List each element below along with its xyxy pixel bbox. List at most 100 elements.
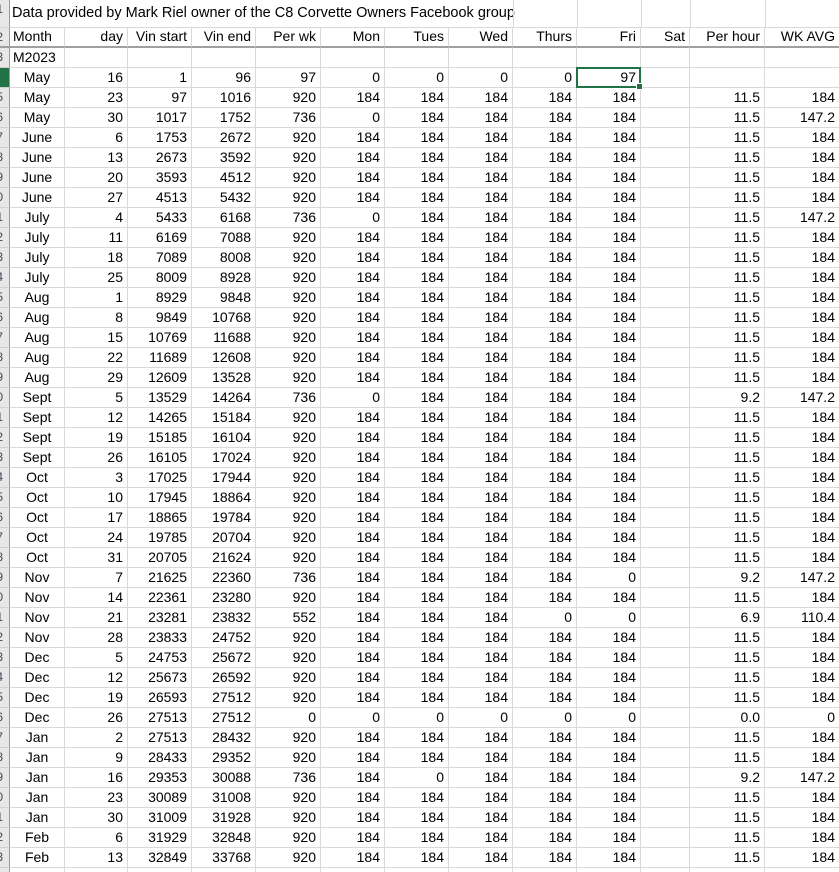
- cell-vin_end[interactable]: 1752: [192, 108, 256, 128]
- cell-wk_avg[interactable]: 184: [765, 788, 839, 808]
- column-header-fri[interactable]: Fri: [577, 28, 641, 48]
- row-header[interactable]: [0, 68, 10, 88]
- cell-thurs[interactable]: 184: [513, 268, 577, 288]
- cell-day[interactable]: 23: [65, 88, 128, 108]
- cell-month[interactable]: June: [10, 128, 65, 148]
- cell-thurs[interactable]: [513, 868, 577, 872]
- cell-mon[interactable]: 184: [321, 768, 385, 788]
- column-header-per-wk[interactable]: Per wk: [256, 28, 321, 48]
- cell-tues[interactable]: 184: [385, 488, 449, 508]
- cell-month[interactable]: July: [10, 228, 65, 248]
- cell-sat[interactable]: [641, 68, 690, 88]
- cell-wk_avg[interactable]: 184: [765, 828, 839, 848]
- cell-mon[interactable]: 184: [321, 248, 385, 268]
- cell-wed[interactable]: 184: [449, 168, 513, 188]
- cell-thurs[interactable]: 184: [513, 748, 577, 768]
- cell-sat[interactable]: [641, 48, 690, 68]
- cell-wk_avg[interactable]: 184: [765, 268, 839, 288]
- cell-thurs[interactable]: 184: [513, 808, 577, 828]
- cell-thurs[interactable]: 184: [513, 368, 577, 388]
- cell-vin_start[interactable]: 9849: [128, 308, 192, 328]
- cell-tues[interactable]: 184: [385, 628, 449, 648]
- cell-wed[interactable]: 184: [449, 108, 513, 128]
- cell-sat[interactable]: [641, 148, 690, 168]
- cell-sat[interactable]: [641, 188, 690, 208]
- cell-vin_end[interactable]: 19784: [192, 508, 256, 528]
- cell-per_hour[interactable]: 11.5: [690, 848, 765, 868]
- cell-vin_end[interactable]: 31928: [192, 808, 256, 828]
- cell-sat[interactable]: [641, 608, 690, 628]
- cell-vin_start[interactable]: 24753: [128, 648, 192, 668]
- cell-month[interactable]: May: [10, 88, 65, 108]
- cell-vin_end[interactable]: 12608: [192, 348, 256, 368]
- cell-per_wk[interactable]: [256, 868, 321, 872]
- cell-sat[interactable]: [641, 648, 690, 668]
- cell-thurs[interactable]: 184: [513, 188, 577, 208]
- cell-month[interactable]: Dec: [10, 668, 65, 688]
- cell-vin_start[interactable]: 12609: [128, 368, 192, 388]
- cell-day[interactable]: 12: [65, 408, 128, 428]
- cell-month[interactable]: Nov: [10, 608, 65, 628]
- cell-day[interactable]: 14: [65, 588, 128, 608]
- cell-wed[interactable]: 184: [449, 688, 513, 708]
- cell-thurs[interactable]: 184: [513, 168, 577, 188]
- cell-per_wk[interactable]: 920: [256, 448, 321, 468]
- cell-day[interactable]: 24: [65, 528, 128, 548]
- cell-day[interactable]: 5: [65, 388, 128, 408]
- cell-vin_start[interactable]: 20705: [128, 548, 192, 568]
- cell-thurs[interactable]: [513, 48, 577, 68]
- cell-vin_end[interactable]: 30088: [192, 768, 256, 788]
- cell-tues[interactable]: 184: [385, 808, 449, 828]
- cell-wk_avg[interactable]: 184: [765, 368, 839, 388]
- cell-day[interactable]: 16: [65, 768, 128, 788]
- cell-thurs[interactable]: 184: [513, 128, 577, 148]
- cell-fri[interactable]: 184: [577, 468, 641, 488]
- cell-per_hour[interactable]: 11.5: [690, 648, 765, 668]
- cell-wed[interactable]: 184: [449, 608, 513, 628]
- cell-day[interactable]: 13: [65, 848, 128, 868]
- row-header[interactable]: 18: [0, 348, 10, 368]
- cell-vin_start[interactable]: 27513: [128, 708, 192, 728]
- cell-per_wk[interactable]: 920: [256, 368, 321, 388]
- cell-thurs[interactable]: 184: [513, 768, 577, 788]
- cell-vin_end[interactable]: 2672: [192, 128, 256, 148]
- cell-vin_start[interactable]: 97: [128, 88, 192, 108]
- cell-sat[interactable]: [641, 348, 690, 368]
- cell-day[interactable]: 10: [65, 488, 128, 508]
- cell-fri[interactable]: 184: [577, 128, 641, 148]
- cell-fri[interactable]: 184: [577, 208, 641, 228]
- cell-sat[interactable]: [641, 568, 690, 588]
- cell-day[interactable]: 17: [65, 508, 128, 528]
- cell-mon[interactable]: 184: [321, 128, 385, 148]
- cell-mon[interactable]: 184: [321, 648, 385, 668]
- cell-per_wk[interactable]: 736: [256, 768, 321, 788]
- cell-sat[interactable]: [641, 288, 690, 308]
- cell-sat[interactable]: [641, 228, 690, 248]
- cell-month[interactable]: July: [10, 268, 65, 288]
- cell-wed[interactable]: 184: [449, 428, 513, 448]
- cell-wed[interactable]: 184: [449, 588, 513, 608]
- cell-vin_start[interactable]: 15185: [128, 428, 192, 448]
- cell-sat[interactable]: [641, 808, 690, 828]
- cell-per_hour[interactable]: 11.5: [690, 188, 765, 208]
- cell-sat[interactable]: [641, 728, 690, 748]
- cell-per_hour[interactable]: 11.5: [690, 348, 765, 368]
- cell-per_hour[interactable]: 11.5: [690, 528, 765, 548]
- cell-wed[interactable]: 0: [449, 708, 513, 728]
- cell-wk_avg[interactable]: 184: [765, 628, 839, 648]
- cell-thurs[interactable]: 184: [513, 108, 577, 128]
- cell-vin_end[interactable]: 33768: [192, 848, 256, 868]
- cell-per_wk[interactable]: 0: [256, 708, 321, 728]
- cell-vin_end[interactable]: 25672: [192, 648, 256, 668]
- cell-vin_end[interactable]: 5432: [192, 188, 256, 208]
- cell-vin_end[interactable]: 20704: [192, 528, 256, 548]
- cell-sat[interactable]: [641, 828, 690, 848]
- cell-day[interactable]: 23: [65, 788, 128, 808]
- row-header[interactable]: 24: [0, 468, 10, 488]
- cell-per_wk[interactable]: 920: [256, 528, 321, 548]
- cell-wed[interactable]: 184: [449, 768, 513, 788]
- cell-mon[interactable]: 184: [321, 168, 385, 188]
- cell-wed[interactable]: 184: [449, 648, 513, 668]
- cell-sat[interactable]: [641, 748, 690, 768]
- cell-month[interactable]: Aug: [10, 348, 65, 368]
